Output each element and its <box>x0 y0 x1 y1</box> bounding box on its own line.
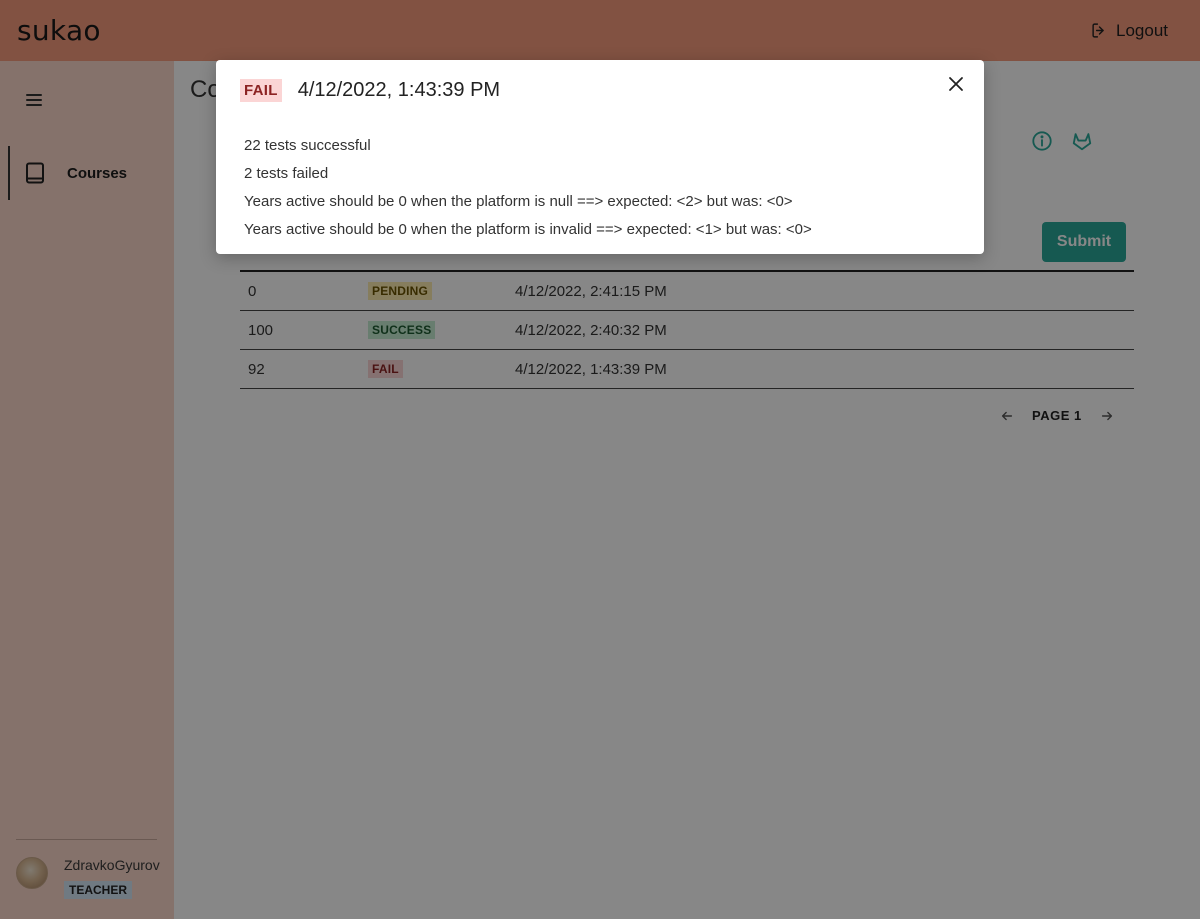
failure-message: Years active should be 0 when the platfo… <box>244 193 793 210</box>
tests-successful-text: 22 tests successful <box>244 137 371 154</box>
modal-title: 4/12/2022, 1:43:39 PM <box>297 79 501 101</box>
submission-details-modal: FAIL 4/12/2022, 1:43:39 PM 22 tests succ… <box>216 60 984 254</box>
failure-message: Years active should be 0 when the platfo… <box>244 221 812 238</box>
tests-failed-text: 2 tests failed <box>244 165 329 182</box>
modal-body: 22 tests successful 2 tests failed Years… <box>244 136 812 248</box>
close-icon[interactable] <box>948 76 964 92</box>
status-badge: FAIL <box>240 79 282 102</box>
